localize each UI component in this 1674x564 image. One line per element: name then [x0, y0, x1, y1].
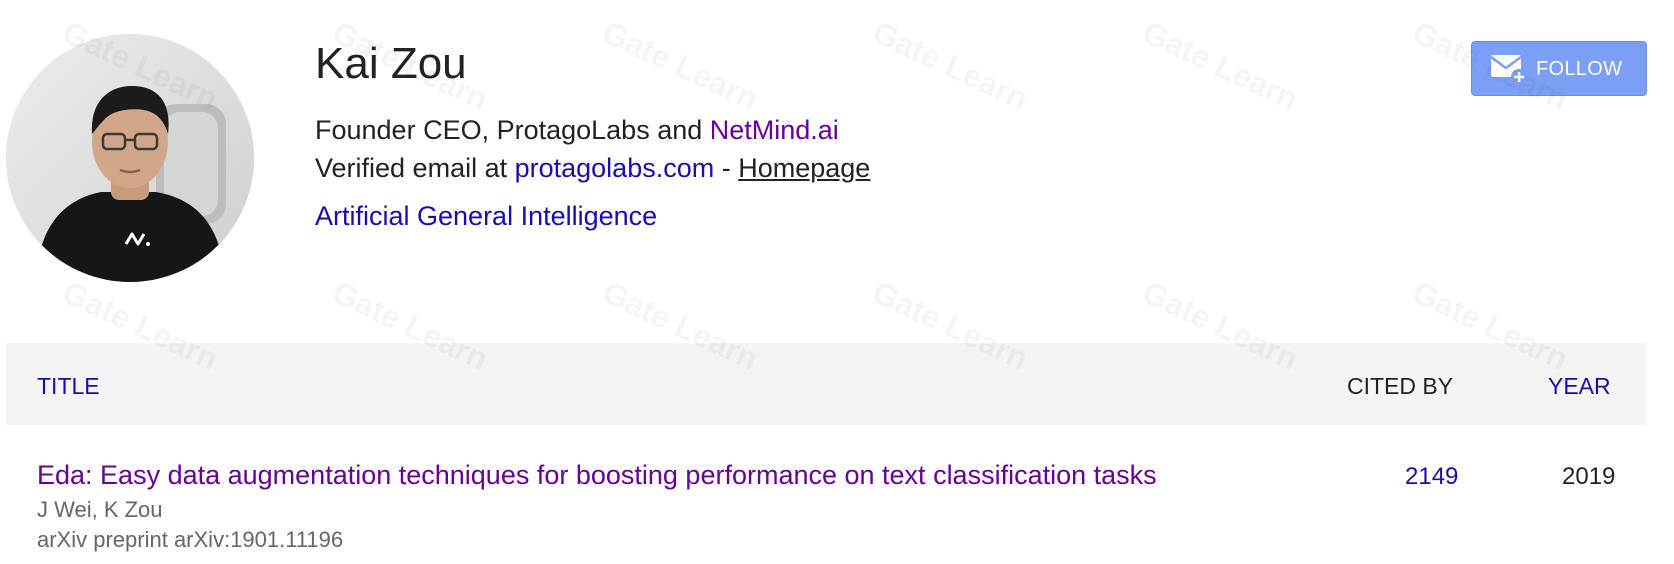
affiliation-link[interactable]: NetMind.ai	[710, 115, 839, 145]
homepage-link[interactable]: Homepage	[738, 153, 870, 183]
watermark-text: Gate Learn	[1137, 14, 1304, 117]
profile-name: Kai Zou	[315, 39, 467, 88]
cited-by-count-link[interactable]: 2149	[1405, 462, 1458, 492]
publication-title-link[interactable]: Eda: Easy data augmentation techniques f…	[37, 458, 1157, 492]
publication-year: 2019	[1562, 463, 1616, 490]
email-prefix: Verified email at	[315, 153, 515, 183]
publication-venue: arXiv preprint arXiv:1901.11196	[37, 527, 344, 552]
interest-link[interactable]: Artificial General Intelligence	[315, 201, 657, 231]
cited-by-header: CITED BY	[1347, 373, 1454, 399]
sort-by-year[interactable]: YEAR	[1548, 372, 1611, 400]
profile-avatar[interactable]	[6, 34, 254, 282]
email-separator: -	[714, 153, 739, 183]
sort-by-title[interactable]: TITLE	[37, 372, 100, 400]
affiliation-text: Founder CEO, ProtagoLabs and	[315, 115, 710, 145]
profile-email: Verified email at protagolabs.com - Home…	[315, 151, 870, 185]
publications-table-header: TITLE CITED BY YEAR	[6, 343, 1646, 425]
watermark-text: Gate Learn	[597, 14, 764, 117]
watermark-text: Gate Learn	[867, 14, 1034, 117]
scholar-profile-page: Kai Zou Founder CEO, ProtagoLabs and Net…	[0, 0, 1674, 564]
follow-button[interactable]: FOLLOW	[1471, 41, 1647, 96]
profile-photo-icon	[6, 34, 254, 282]
publication-authors: J Wei, K Zou	[37, 497, 163, 522]
profile-interests: Artificial General Intelligence	[315, 199, 657, 233]
profile-affiliation: Founder CEO, ProtagoLabs and NetMind.ai	[315, 113, 839, 147]
mail-plus-icon	[1490, 55, 1527, 85]
email-domain-link[interactable]: protagolabs.com	[515, 153, 715, 183]
follow-label: FOLLOW	[1536, 58, 1623, 80]
